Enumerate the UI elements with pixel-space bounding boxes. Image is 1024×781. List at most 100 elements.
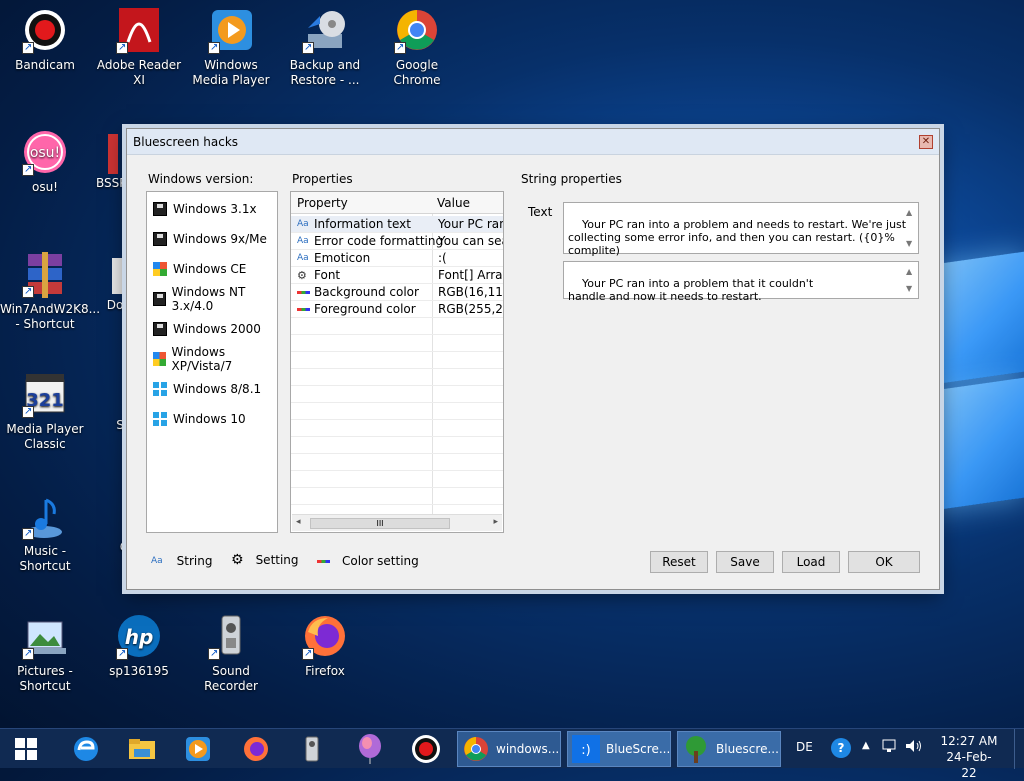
desktop-icon-win7andw2k8[interactable]: Win7AndW2K8... - Shortcut [0, 252, 100, 332]
grid-row-emoticon[interactable]: Aa Emoticon :( [291, 250, 503, 267]
xp-flag-icon [153, 352, 166, 366]
hp-icon: hp [116, 614, 162, 661]
desktop-icon-pictures[interactable]: Pictures - Shortcut [0, 614, 90, 694]
legend-setting: ⚙ Setting [231, 552, 299, 568]
show-hidden-icons-icon[interactable]: ▲ [862, 740, 870, 751]
scroll-thumb[interactable]: III [310, 518, 450, 529]
gear-icon: ⚙ [231, 552, 244, 568]
scroll-right-icon[interactable]: ▸ [493, 517, 498, 527]
version-item-windows-3-1x[interactable]: Windows 3.1x [153, 199, 257, 219]
desktop-icon-google-chrome[interactable]: Google Chrome [372, 8, 462, 88]
desktop-icon-bssp[interactable]: BSSP [96, 130, 127, 191]
music-note-icon [22, 494, 68, 541]
show-desktop-button[interactable] [1014, 729, 1024, 769]
ok-button[interactable]: OK [848, 551, 920, 573]
version-item-windows-nt[interactable]: Windows NT 3.x/4.0 [153, 285, 277, 313]
column-value[interactable]: Value [437, 196, 470, 210]
windows-version-list[interactable]: Windows 3.1x Windows 9x/Me Windows CE Wi… [146, 191, 278, 533]
chrome-icon [394, 8, 440, 55]
mpc-icon: 321 [22, 372, 68, 419]
reset-button[interactable]: Reset [650, 551, 708, 573]
floppy-icon [153, 322, 167, 336]
close-icon[interactable]: ✕ [919, 135, 933, 149]
desktop-icon-osu[interactable]: osu! osu! [0, 130, 90, 195]
vertical-scrollbar[interactable]: ▲ ▼ [902, 203, 918, 253]
adobe-reader-icon [116, 8, 162, 55]
string-properties-label: String properties [521, 172, 622, 186]
properties-grid[interactable]: Property Value Aa Information text Your P… [290, 191, 504, 533]
desktop-icon-windows-media-player[interactable]: Windows Media Player [186, 8, 276, 88]
backup-restore-icon [302, 8, 348, 55]
string-icon: Aa [297, 219, 309, 229]
version-item-windows-2000[interactable]: Windows 2000 [153, 319, 261, 339]
bandicam-icon [22, 8, 68, 55]
winrar-icon [22, 252, 68, 299]
chrome-icon [464, 737, 488, 761]
bandicam-taskbar-icon[interactable] [406, 733, 446, 765]
svg-text::): :) [581, 743, 590, 758]
scroll-left-icon[interactable]: ◂ [296, 517, 301, 527]
grid-row-foreground-color[interactable]: Foreground color RGB(255,255 [291, 301, 503, 318]
media-player-taskbar-icon[interactable] [178, 733, 218, 765]
tree-icon [686, 736, 706, 763]
balloon-app-icon[interactable] [350, 733, 390, 765]
firefox-taskbar-icon[interactable] [236, 733, 276, 765]
windows-start-icon [15, 738, 37, 760]
grid-row-font[interactable]: ⚙ Font Font[] Array [291, 267, 503, 284]
desktop-icon-adobe-reader[interactable]: Adobe Reader XI [94, 8, 184, 88]
svg-text:hp: hp [125, 625, 154, 649]
version-item-windows-ce[interactable]: Windows CE [153, 259, 246, 279]
volume-icon[interactable] [905, 738, 923, 757]
vertical-scrollbar[interactable]: ▲ ▼ [902, 262, 918, 298]
language-indicator[interactable]: DE [796, 740, 813, 754]
text-field-primary[interactable]: Your PC ran into a problem and needs to … [563, 202, 919, 257]
desktop-icon-firefox[interactable]: Firefox [280, 614, 370, 679]
desktop-icon-backup-restore[interactable]: Backup and Restore - ... [280, 8, 370, 88]
bluescreen-hacks-dialog: Bluescreen hacks ✕ Windows version: Wind… [126, 128, 940, 590]
version-item-windows-10[interactable]: Windows 10 [153, 409, 246, 429]
desktop-icon-music[interactable]: Music - Shortcut [0, 494, 90, 574]
svg-text:osu!: osu! [30, 145, 60, 161]
load-button[interactable]: Load [782, 551, 840, 573]
desktop-icon-bandicam[interactable]: Bandicam [0, 8, 90, 73]
legend-string: Aa String [151, 554, 213, 568]
desktop-icon-sp136195[interactable]: hp sp136195 [94, 614, 184, 679]
network-icon[interactable] [882, 738, 898, 757]
horizontal-scrollbar[interactable]: ◂ III ▸ [292, 514, 502, 531]
properties-label: Properties [292, 172, 353, 186]
grid-row-background-color[interactable]: Background color RGB(16,113,1 [291, 284, 503, 301]
floppy-icon [153, 232, 167, 246]
windows-version-label: Windows version: [148, 172, 254, 186]
color-icon [297, 290, 310, 294]
version-item-windows-8[interactable]: Windows 8/8.1 [153, 379, 261, 399]
version-item-windows-9x-me[interactable]: Windows 9x/Me [153, 229, 267, 249]
version-item-windows-xp-vista-7[interactable]: Windows XP/Vista/7 [153, 345, 277, 373]
sound-recorder-taskbar-icon[interactable] [292, 733, 332, 765]
taskbar-item-chrome[interactable]: windows... [457, 731, 561, 767]
dialog-titlebar[interactable]: Bluescreen hacks ✕ [127, 129, 939, 155]
start-button[interactable] [6, 733, 46, 765]
media-player-icon [208, 8, 254, 55]
help-icon[interactable]: ? [831, 738, 851, 758]
pictures-icon [22, 614, 68, 661]
desktop-icon-sound-recorder[interactable]: Sound Recorder [186, 614, 276, 694]
gear-icon: ⚙ [297, 268, 307, 282]
save-button[interactable]: Save [716, 551, 774, 573]
clock[interactable]: 12:27 AM 24-Feb-22 [940, 733, 998, 781]
desktop-icon-media-player-classic[interactable]: 321 Media Player Classic [0, 372, 90, 452]
edge-icon[interactable] [66, 733, 106, 765]
grid-row-error-code-formatting[interactable]: AaError code formatting You can searc [291, 233, 503, 250]
taskbar-item-bluescreen-2[interactable]: Bluescre... [677, 731, 781, 767]
grid-row-information-text[interactable]: AaInformation text Your PC ran in [291, 216, 503, 233]
string-icon: Aa [297, 236, 309, 246]
text-field-secondary[interactable]: Your PC ran into a problem that it could… [563, 261, 919, 303]
win8-icon [153, 412, 167, 426]
column-property[interactable]: Property [297, 196, 348, 210]
xp-flag-icon [153, 262, 167, 276]
win8-icon [153, 382, 167, 396]
file-explorer-icon[interactable] [122, 733, 162, 765]
taskbar-item-bluescreen-1[interactable]: :) BlueScre... [567, 731, 671, 767]
floppy-icon [153, 202, 167, 216]
bluescreen-icon: :) [572, 735, 600, 763]
color-icon [317, 559, 330, 563]
